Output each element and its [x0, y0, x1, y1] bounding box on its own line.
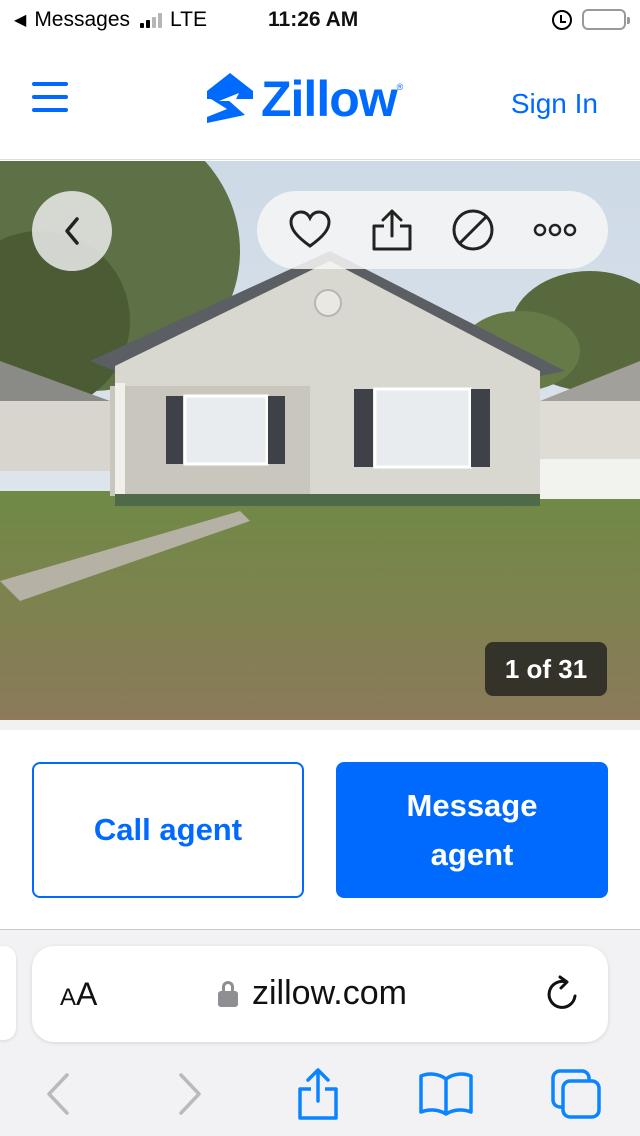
registered-mark: ®	[396, 82, 404, 92]
message-agent-button[interactable]: Message agent	[336, 762, 608, 898]
network-type: LTE	[170, 8, 207, 31]
brand-name: Zillow	[261, 71, 398, 127]
sign-in-link[interactable]: Sign In	[511, 88, 598, 120]
contact-agent-bar: Call agent Message agent	[0, 730, 640, 930]
section-divider	[0, 720, 640, 730]
browser-back-button[interactable]	[28, 1064, 88, 1124]
photo-counter: 1 of 31	[485, 642, 607, 696]
browser-bookmarks-button[interactable]	[416, 1064, 476, 1124]
zillow-logo[interactable]: Zillow ®	[205, 70, 403, 128]
back-icon	[47, 1073, 69, 1115]
bookmarks-icon	[419, 1072, 473, 1116]
more-icon	[533, 223, 577, 237]
text-size-big: A	[76, 976, 98, 1012]
hide-home-button[interactable]	[447, 204, 499, 256]
url-display[interactable]: zillow.com	[218, 974, 407, 1013]
back-to-app-icon[interactable]: ◀	[14, 10, 26, 30]
listing-photo[interactable]: 1 of 31	[0, 161, 640, 720]
hide-icon	[452, 209, 494, 251]
status-bar-right	[552, 9, 630, 30]
text-size-button[interactable]: AA	[60, 976, 97, 1013]
back-to-app-label[interactable]: Messages	[34, 8, 130, 32]
battery-icon	[582, 9, 630, 30]
call-agent-button[interactable]: Call agent	[32, 762, 304, 898]
site-header: Zillow ® Sign In	[0, 40, 640, 160]
browser-toolbar	[0, 1060, 640, 1130]
previous-tab-edge[interactable]	[0, 946, 16, 1040]
share-icon	[372, 209, 412, 251]
text-size-small: A	[60, 984, 77, 1011]
share-icon	[298, 1068, 338, 1120]
clock: 11:26 AM	[268, 8, 359, 31]
heart-icon	[289, 210, 331, 248]
status-bar: ◀ Messages LTE 11:26 AM	[0, 0, 640, 40]
lock-icon	[218, 980, 238, 1007]
address-bar[interactable]: AA zillow.com	[32, 946, 608, 1042]
browser-share-button[interactable]	[288, 1064, 348, 1124]
browser-chrome: AA zillow.com	[0, 930, 640, 1136]
browser-tabs-button[interactable]	[546, 1064, 606, 1124]
chevron-left-icon	[65, 217, 79, 245]
photo-action-bar	[257, 191, 608, 269]
photo-back-button[interactable]	[32, 191, 112, 271]
status-bar-left: ◀ Messages LTE	[14, 8, 207, 32]
share-home-button[interactable]	[366, 204, 418, 256]
reload-icon[interactable]	[542, 974, 582, 1014]
alarm-icon	[552, 9, 572, 30]
more-options-button[interactable]	[529, 204, 581, 256]
tabs-icon	[551, 1069, 601, 1119]
browser-forward-button[interactable]	[160, 1064, 220, 1124]
url-domain: zillow.com	[252, 974, 407, 1012]
hamburger-menu-icon[interactable]	[32, 82, 68, 112]
forward-icon	[179, 1073, 201, 1115]
zillow-logo-icon	[207, 73, 253, 123]
signal-strength-icon	[140, 12, 163, 28]
save-home-button[interactable]	[284, 204, 336, 256]
